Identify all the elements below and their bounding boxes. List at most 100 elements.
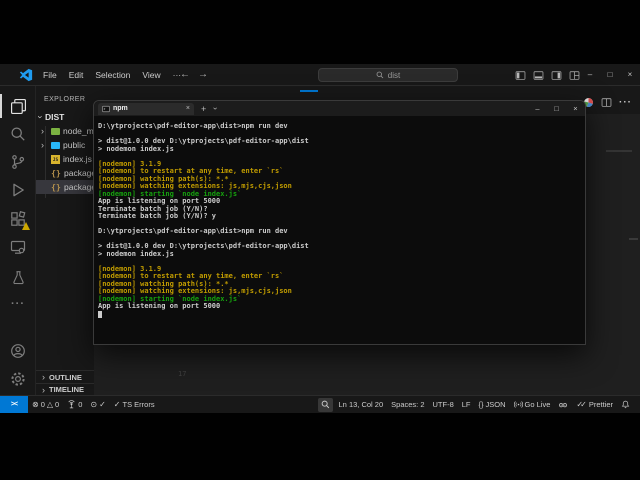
ts-errors-status[interactable]: ✓ TS Errors bbox=[110, 396, 159, 413]
remote-explorer-icon[interactable] bbox=[8, 237, 28, 257]
account-icon[interactable] bbox=[8, 341, 28, 361]
folder-icon bbox=[51, 142, 60, 149]
status-bar-right: Ln 13, Col 20 Spaces: 2 UTF-8 LF {}JSON … bbox=[318, 396, 640, 413]
editor-actions: ··· bbox=[583, 97, 632, 108]
back-arrow-icon[interactable]: ← bbox=[180, 64, 190, 86]
outline-section[interactable]: › OUTLINE bbox=[36, 370, 94, 383]
ports-status[interactable]: 0 bbox=[63, 396, 86, 413]
editor-more-actions-icon[interactable]: ··· bbox=[619, 98, 632, 108]
braces-icon: {} bbox=[479, 400, 484, 409]
file-label: index.js bbox=[63, 154, 92, 164]
editor-line-number: 17 bbox=[178, 370, 186, 378]
testing-icon[interactable] bbox=[8, 267, 28, 287]
root-folder-row[interactable]: › DIST bbox=[36, 110, 94, 123]
terminal-minimize-button[interactable]: – bbox=[528, 101, 547, 116]
terminal-window[interactable]: npm × + › – □ × D:\ytprojects\pdf-editor… bbox=[93, 100, 586, 345]
settings-gear-icon[interactable] bbox=[8, 369, 28, 389]
file-label: package.json bbox=[64, 182, 94, 192]
status-bar: >< ⊗0 △0 0 ⊙ ✓ ✓ TS Errors bbox=[0, 395, 640, 413]
check-icon: ✓ bbox=[114, 401, 121, 409]
terminal-line: D:\ytprojects\pdf-editor-app\dist>npm ru… bbox=[98, 228, 585, 236]
tree-item-package-lock.json[interactable]: {}package-lock.json bbox=[36, 166, 94, 180]
menu-selection[interactable]: Selection bbox=[89, 70, 136, 80]
chevron-right-icon: › bbox=[42, 372, 45, 382]
explorer-header: EXPLORER bbox=[44, 96, 85, 103]
copilot-status[interactable] bbox=[554, 396, 572, 413]
new-tab-icon[interactable]: + bbox=[201, 103, 206, 115]
menu-bar: FileEditSelectionView··· bbox=[37, 64, 187, 86]
menu-file[interactable]: File bbox=[37, 70, 63, 80]
chevron-down-icon: › bbox=[36, 115, 46, 118]
file-label: public bbox=[63, 140, 85, 150]
remote-indicator[interactable]: >< bbox=[0, 396, 28, 413]
bell-icon bbox=[621, 400, 630, 409]
terminal-line: Terminate batch job (Y/N)? y bbox=[98, 213, 585, 221]
indentation-status[interactable]: Spaces: 2 bbox=[387, 396, 428, 413]
terminal-output[interactable]: D:\ytprojects\pdf-editor-app\dist>npm ru… bbox=[94, 116, 585, 344]
tree-item-package.json[interactable]: {}package.json bbox=[36, 180, 94, 194]
search-sidebar-icon[interactable] bbox=[8, 124, 28, 144]
tree-item-public[interactable]: ›public bbox=[36, 138, 94, 152]
tree-item-node_modules[interactable]: ›node_modules bbox=[36, 124, 94, 138]
cmd-icon bbox=[102, 105, 110, 113]
terminal-line: D:\ytprojects\pdf-editor-app\dist>npm ru… bbox=[98, 123, 585, 131]
terminal-tab-npm[interactable]: npm × bbox=[98, 103, 194, 115]
go-live-icon bbox=[514, 400, 523, 409]
terminal-line bbox=[98, 258, 585, 266]
close-button[interactable]: × bbox=[620, 64, 640, 86]
magnifier-icon bbox=[321, 400, 330, 409]
maximize-button[interactable]: □ bbox=[600, 64, 620, 86]
toggle-sidebar-icon[interactable] bbox=[515, 70, 526, 81]
toggle-panel-icon[interactable] bbox=[533, 70, 544, 81]
terminal-line: > nodemon index.js bbox=[98, 251, 585, 259]
explorer-icon[interactable] bbox=[8, 96, 28, 116]
extensions-icon[interactable] bbox=[8, 209, 28, 229]
minimize-button[interactable]: – bbox=[580, 64, 600, 86]
window-controls: – □ × bbox=[580, 64, 640, 86]
double-check-icon: ✓✓ bbox=[576, 400, 583, 409]
file-label: node_modules bbox=[63, 126, 94, 136]
terminal-tab-label: npm bbox=[113, 105, 183, 112]
cursor-position-status[interactable]: Ln 13, Col 20 bbox=[335, 396, 388, 413]
prettier-status[interactable]: ✓✓ Prettier bbox=[572, 396, 617, 413]
more-views-icon[interactable]: ··· bbox=[8, 294, 28, 314]
terminal-window-controls: – □ × bbox=[528, 101, 585, 116]
customize-layout-icon[interactable] bbox=[569, 70, 580, 81]
error-count: 0 bbox=[41, 400, 45, 409]
zoom-status[interactable] bbox=[318, 398, 333, 412]
language-status[interactable]: {}JSON bbox=[475, 396, 510, 413]
tab-close-icon[interactable]: × bbox=[186, 105, 190, 112]
eol-status[interactable]: LF bbox=[458, 396, 475, 413]
problems-status[interactable]: ⊗0 △0 bbox=[28, 396, 63, 413]
terminal-maximize-button[interactable]: □ bbox=[547, 101, 566, 116]
minimap-mark bbox=[606, 150, 632, 152]
ports-count: 0 bbox=[78, 400, 82, 409]
go-live-status[interactable]: Go Live bbox=[510, 396, 555, 413]
tree-item-index.js[interactable]: JSindex.js bbox=[36, 152, 94, 166]
tab-dropdown-icon[interactable]: › bbox=[211, 107, 220, 110]
toggle-secondary-sidebar-icon[interactable] bbox=[551, 70, 562, 81]
desktop: FileEditSelectionView··· ← → dist – □ × bbox=[0, 0, 640, 480]
timeline-section[interactable]: › TIMELINE bbox=[36, 383, 94, 395]
extensions-warning-badge bbox=[22, 222, 30, 230]
file-label: package-lock.json bbox=[64, 168, 94, 178]
split-editor-icon[interactable] bbox=[601, 97, 612, 108]
feedback-status[interactable]: ⊙ ✓ bbox=[86, 396, 109, 413]
terminal-close-button[interactable]: × bbox=[566, 101, 585, 116]
run-debug-icon[interactable] bbox=[8, 180, 28, 200]
encoding-status[interactable]: UTF-8 bbox=[429, 396, 458, 413]
titlebar: FileEditSelectionView··· ← → dist – □ × bbox=[0, 64, 640, 86]
source-control-icon[interactable] bbox=[8, 152, 28, 172]
menu-edit[interactable]: Edit bbox=[63, 70, 90, 80]
terminal-line: > nodemon index.js bbox=[98, 146, 585, 154]
terminal-line bbox=[98, 153, 585, 161]
search-box[interactable]: dist bbox=[318, 68, 458, 82]
broadcast-tower-icon bbox=[67, 400, 76, 409]
notifications-status[interactable] bbox=[617, 396, 634, 413]
warning-count: 0 bbox=[55, 400, 59, 409]
activity-bar: ··· bbox=[0, 86, 36, 395]
search-value: dist bbox=[388, 71, 400, 80]
menu-view[interactable]: View bbox=[136, 70, 166, 80]
forward-arrow-icon[interactable]: → bbox=[198, 64, 208, 86]
terminal-line: App is listening on port 5000 bbox=[98, 303, 585, 311]
